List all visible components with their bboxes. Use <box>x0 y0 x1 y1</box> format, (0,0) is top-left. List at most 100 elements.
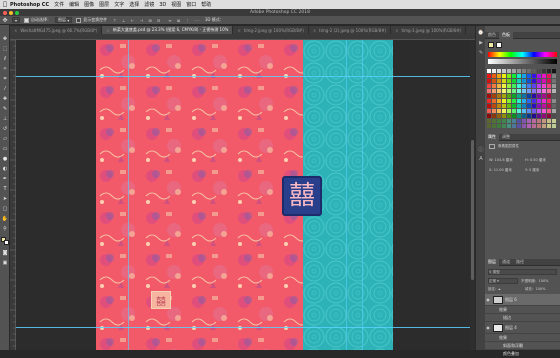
eye-icon[interactable]: ◉ <box>485 297 491 302</box>
menu-item-view[interactable]: 视图 <box>171 1 181 8</box>
vertical-guide[interactable] <box>346 40 347 350</box>
menu-item-image[interactable]: 图像 <box>84 1 94 8</box>
color-swatch[interactable] <box>492 109 496 113</box>
opacity-value[interactable]: 100% <box>539 279 549 283</box>
color-swatch[interactable] <box>532 69 536 73</box>
color-swatch[interactable] <box>547 124 551 128</box>
color-swatch[interactable] <box>502 119 506 123</box>
magic-wand-icon[interactable]: ✧ <box>1 65 9 73</box>
color-swatch[interactable] <box>527 109 531 113</box>
horizontal-guide[interactable] <box>16 327 475 328</box>
color-swatch[interactable] <box>517 94 521 98</box>
small-seal-stamp[interactable]: 囍 <box>151 291 171 309</box>
color-swatch[interactable] <box>522 124 526 128</box>
tab-layers[interactable]: 图层 <box>485 258 499 266</box>
color-swatch[interactable] <box>537 69 541 73</box>
color-swatch[interactable] <box>552 104 556 108</box>
pen-tool-icon[interactable]: ✒ <box>1 175 9 183</box>
color-swatch[interactable] <box>532 104 536 108</box>
tab-properties[interactable]: 属性 <box>485 133 499 141</box>
minimize-window-button[interactable] <box>9 10 13 15</box>
color-swatch[interactable] <box>487 69 491 73</box>
color-swatch[interactable] <box>547 89 551 93</box>
color-swatch[interactable] <box>532 124 536 128</box>
prop-w-value[interactable]: 104.8 厘米 <box>495 158 513 162</box>
color-swatch[interactable] <box>502 99 506 103</box>
color-swatch[interactable] <box>527 114 531 118</box>
auto-select-dropdown[interactable]: 图层 ▾ <box>55 17 73 23</box>
color-swatch[interactable] <box>527 89 531 93</box>
color-swatch[interactable] <box>517 119 521 123</box>
healing-brush-icon[interactable]: ✚ <box>1 95 9 103</box>
tab-document-4[interactable]: × timg-2 (2).jpeg @ 100%(RGB/8#) <box>309 26 392 34</box>
color-swatch[interactable] <box>547 84 551 88</box>
color-swatch[interactable] <box>542 84 546 88</box>
color-swatch[interactable] <box>537 89 541 93</box>
color-swatch[interactable] <box>542 69 546 73</box>
color-swatch[interactable] <box>487 99 491 103</box>
history-panel-icon[interactable]: ⌚ <box>478 30 484 36</box>
color-swatch[interactable] <box>507 114 511 118</box>
color-swatch[interactable] <box>497 94 501 98</box>
color-swatch[interactable] <box>552 69 556 73</box>
menu-item-layer[interactable]: 图层 <box>99 1 109 8</box>
tab-paths[interactable]: 路径 <box>513 259 527 265</box>
tool-preset-picker[interactable]: ▾ <box>12 17 21 23</box>
close-icon[interactable]: × <box>14 28 17 33</box>
color-swatch[interactable] <box>527 99 531 103</box>
color-swatch[interactable] <box>547 69 551 73</box>
color-swatch[interactable] <box>502 94 506 98</box>
color-swatch[interactable] <box>512 79 516 83</box>
blend-mode-dropdown[interactable]: 正常 ▾ <box>488 278 518 284</box>
color-swatch[interactable] <box>492 74 496 78</box>
color-swatch[interactable] <box>517 89 521 93</box>
color-swatch[interactable] <box>502 74 506 78</box>
close-icon[interactable]: × <box>313 28 316 33</box>
color-swatch[interactable] <box>497 119 501 123</box>
color-swatch[interactable] <box>517 79 521 83</box>
layer-effect-item[interactable]: 斜面和浮雕 <box>485 342 560 350</box>
color-swatch[interactable] <box>507 124 511 128</box>
tab-swatches[interactable]: 色板 <box>499 31 513 39</box>
color-swatch[interactable] <box>487 124 491 128</box>
actions-panel-icon[interactable]: ▶ <box>478 40 484 46</box>
move-tool-icon[interactable]: ✥ <box>0 17 10 24</box>
color-swatch[interactable] <box>527 69 531 73</box>
color-swatch[interactable] <box>517 74 521 78</box>
color-swatch[interactable] <box>532 74 536 78</box>
scrollbar-thumb[interactable] <box>471 140 474 280</box>
color-swatch[interactable] <box>507 89 511 93</box>
color-swatch[interactable] <box>517 104 521 108</box>
color-swatch[interactable] <box>497 124 501 128</box>
color-swatch[interactable] <box>542 114 546 118</box>
color-swatch[interactable] <box>522 109 526 113</box>
color-swatch[interactable] <box>487 104 491 108</box>
menu-item-select[interactable]: 选择 <box>129 1 139 8</box>
color-swatch[interactable] <box>507 99 511 103</box>
close-icon[interactable]: × <box>106 28 109 33</box>
color-swatch[interactable] <box>532 89 536 93</box>
tab-adjustments[interactable]: 调整 <box>499 134 513 140</box>
vertical-guide[interactable] <box>128 40 129 350</box>
color-swatch[interactable] <box>537 114 541 118</box>
color-swatch[interactable] <box>512 124 516 128</box>
menu-item-filter[interactable]: 滤镜 <box>144 1 154 8</box>
gray-ramp[interactable] <box>488 59 557 64</box>
color-swatch[interactable] <box>552 89 556 93</box>
color-swatch[interactable] <box>512 69 516 73</box>
tab-document-5[interactable]: × timg-3.jpeg @ 100%(RGB/8#) <box>391 26 467 34</box>
color-swatch[interactable] <box>517 99 521 103</box>
gradient-tool-icon[interactable]: ▭ <box>1 145 9 153</box>
menu-item-window[interactable]: 窗口 <box>186 1 196 8</box>
color-swatch[interactable] <box>552 84 556 88</box>
color-swatch[interactable] <box>507 94 511 98</box>
color-swatch[interactable] <box>497 69 501 73</box>
auto-select-checkbox[interactable] <box>24 17 30 23</box>
align-buttons[interactable]: ⊤ ⊥ ⊢ ⊣ ⊞ ⊟ <box>113 18 162 23</box>
swatch-grid[interactable] <box>487 69 558 131</box>
color-swatch[interactable] <box>487 79 491 83</box>
color-swatch[interactable] <box>492 94 496 98</box>
color-swatch[interactable] <box>542 89 546 93</box>
color-swatch[interactable] <box>522 94 526 98</box>
color-swatch[interactable] <box>532 114 536 118</box>
